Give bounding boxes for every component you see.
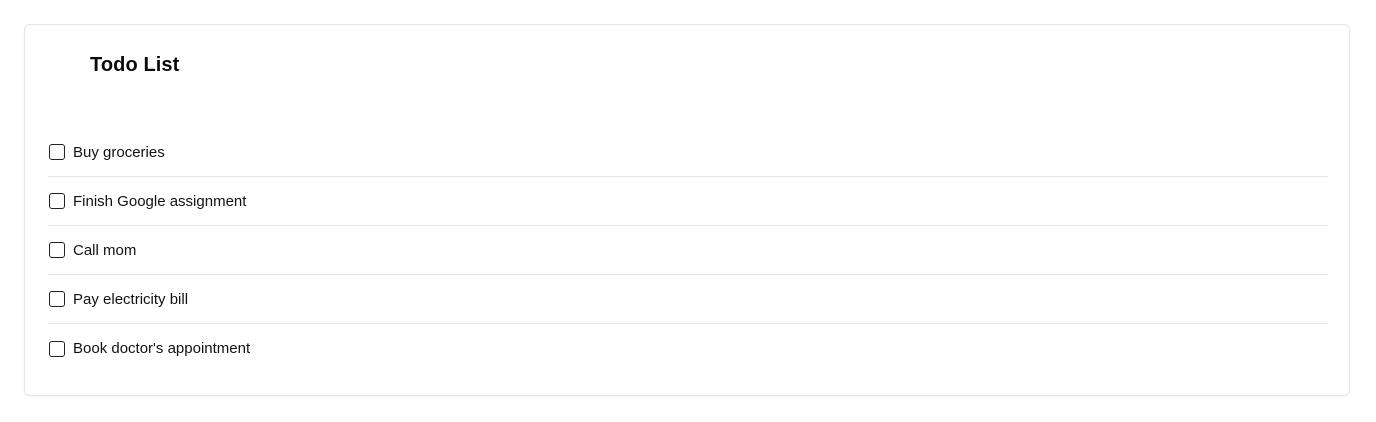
todo-checkbox[interactable] (49, 144, 65, 160)
todo-label: Finish Google assignment (73, 192, 247, 210)
todo-checkbox[interactable] (49, 242, 65, 258)
todo-item[interactable]: Call mom (48, 226, 1328, 275)
todo-card: Todo List Buy groceries Finish Google as… (24, 24, 1350, 396)
todo-label: Call mom (73, 241, 137, 259)
todo-list: Buy groceries Finish Google assignment C… (48, 128, 1328, 373)
todo-label: Buy groceries (73, 143, 165, 161)
todo-item[interactable]: Finish Google assignment (48, 177, 1328, 226)
page-title: Todo List (90, 54, 180, 76)
todo-item[interactable]: Buy groceries (48, 128, 1328, 177)
todo-label: Pay electricity bill (73, 290, 189, 308)
todo-checkbox[interactable] (49, 340, 65, 357)
todo-item[interactable]: Pay electricity bill (48, 275, 1328, 324)
todo-item[interactable]: Book doctor's appointment (48, 324, 1328, 373)
todo-checkbox[interactable] (49, 291, 65, 307)
todo-checkbox[interactable] (49, 193, 65, 209)
todo-label: Book doctor's appointment (73, 340, 251, 357)
